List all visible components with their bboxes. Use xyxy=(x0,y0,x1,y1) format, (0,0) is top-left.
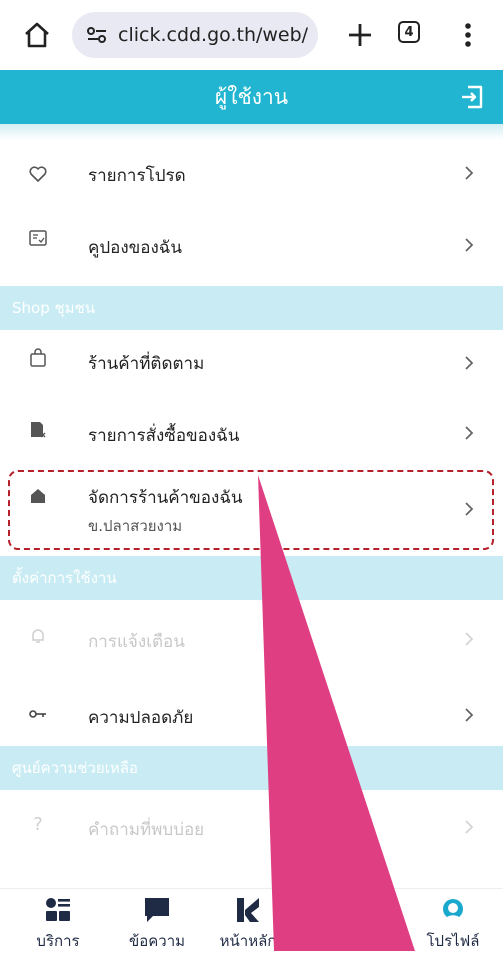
section-header-settings: ตั้งค่าการใช้งาน xyxy=(0,556,503,600)
menu-item-security[interactable]: ความปลอดภัย xyxy=(0,678,503,754)
nav-label: หน้าหลัก xyxy=(219,932,277,950)
chevron-right-icon xyxy=(465,708,474,722)
shopping-bag-icon xyxy=(30,348,46,367)
menu-item-label: รายการโปรด xyxy=(88,166,186,186)
menu-item-followed-shops[interactable]: ร้านค้าที่ติดตาม xyxy=(0,330,503,402)
section-title: ศูนย์ความช่วยเหลือ xyxy=(12,759,138,777)
chevron-right-icon xyxy=(465,356,474,370)
menu-item-notifications[interactable]: การแจ้งเตือน xyxy=(0,600,503,678)
chevron-right-icon xyxy=(465,166,474,180)
app-logo-icon xyxy=(237,898,259,922)
menu-item-faq[interactable]: ? คำถามที่พบบ่อย xyxy=(0,790,503,864)
nav-services[interactable]: บริการ xyxy=(13,889,103,952)
menu-item-label: คำถามที่พบบ่อย xyxy=(88,820,205,840)
nav-messages[interactable]: ข้อความ xyxy=(112,889,202,952)
section-header-shop: Shop ชุมชน xyxy=(0,286,503,330)
section-header-help: ศูนย์ความช่วยเหลือ xyxy=(0,746,503,790)
menu-item-favorites[interactable]: รายการโปรด xyxy=(0,140,503,206)
chevron-right-icon xyxy=(465,238,474,252)
menu-item-my-orders[interactable]: รายการสั่งซื้อของฉัน xyxy=(0,402,503,468)
heart-icon xyxy=(29,166,47,182)
menu-item-label: การแจ้งเตือน xyxy=(88,632,185,652)
chevron-right-icon xyxy=(465,426,474,440)
section-title: ตั้งค่าการใช้งาน xyxy=(12,569,117,587)
chevron-right-icon xyxy=(465,632,474,646)
menu-item-label: คูปองของฉัน xyxy=(88,238,183,258)
menu-item-label: รายการสั่งซื้อของฉัน xyxy=(88,426,240,446)
services-grid-icon xyxy=(46,898,70,921)
menu-item-label: จัดการร้านค้าของฉัน xyxy=(88,488,243,508)
nav-label: น xyxy=(369,932,381,950)
coupon-icon xyxy=(29,230,47,246)
menu-item-label: ร้านค้าที่ติดตาม xyxy=(88,354,205,374)
chat-bubble-icon xyxy=(145,898,169,922)
logout-icon[interactable] xyxy=(459,84,485,110)
home-icon xyxy=(31,489,45,503)
order-document-icon xyxy=(31,422,46,438)
bottom-navigation: บริการ ข้อความ หน้าหลัก น โปรไฟล์ xyxy=(0,888,503,952)
nav-profile[interactable]: โปรไฟล์ xyxy=(408,889,498,952)
section-title: Shop ชุมชน xyxy=(12,299,95,317)
more-options-icon[interactable] xyxy=(458,20,478,50)
profile-icon xyxy=(443,899,463,919)
menu-item-my-coupons[interactable]: คูปองของฉัน xyxy=(0,206,503,284)
chevron-right-icon xyxy=(465,502,474,516)
nav-label: ข้อความ xyxy=(128,932,186,950)
shop-name: ข.ปลาสวยงาม xyxy=(88,517,183,535)
tab-count: 4 xyxy=(404,24,414,40)
nav-home[interactable]: หน้าหลัก xyxy=(203,889,293,952)
tab-switcher-button[interactable]: 4 xyxy=(398,21,426,49)
nav-partial[interactable]: น xyxy=(330,889,420,952)
new-tab-icon[interactable] xyxy=(344,19,376,51)
menu-item-manage-shop[interactable]: จัดการร้านค้าของฉัน ข.ปลาสวยงาม xyxy=(0,470,503,550)
page-title: ผู้ใช้งาน xyxy=(214,84,289,109)
nav-label: โปรไฟล์ xyxy=(426,932,480,950)
app-header: ผู้ใช้งาน xyxy=(0,70,503,124)
nav-label: บริการ xyxy=(36,932,80,950)
bell-icon xyxy=(32,629,44,643)
key-icon xyxy=(29,710,46,718)
menu-item-label: ความปลอดภัย xyxy=(88,708,194,728)
site-settings-icon[interactable] xyxy=(86,25,108,45)
url-text: click.cdd.go.th/web/ xyxy=(118,24,309,46)
question-icon: ? xyxy=(33,814,43,835)
home-icon[interactable] xyxy=(22,20,52,50)
chevron-right-icon xyxy=(465,820,474,834)
address-bar[interactable]: click.cdd.go.th/web/ xyxy=(72,12,318,58)
browser-toolbar: click.cdd.go.th/web/ 4 xyxy=(0,0,503,70)
header-shadow xyxy=(0,124,503,140)
